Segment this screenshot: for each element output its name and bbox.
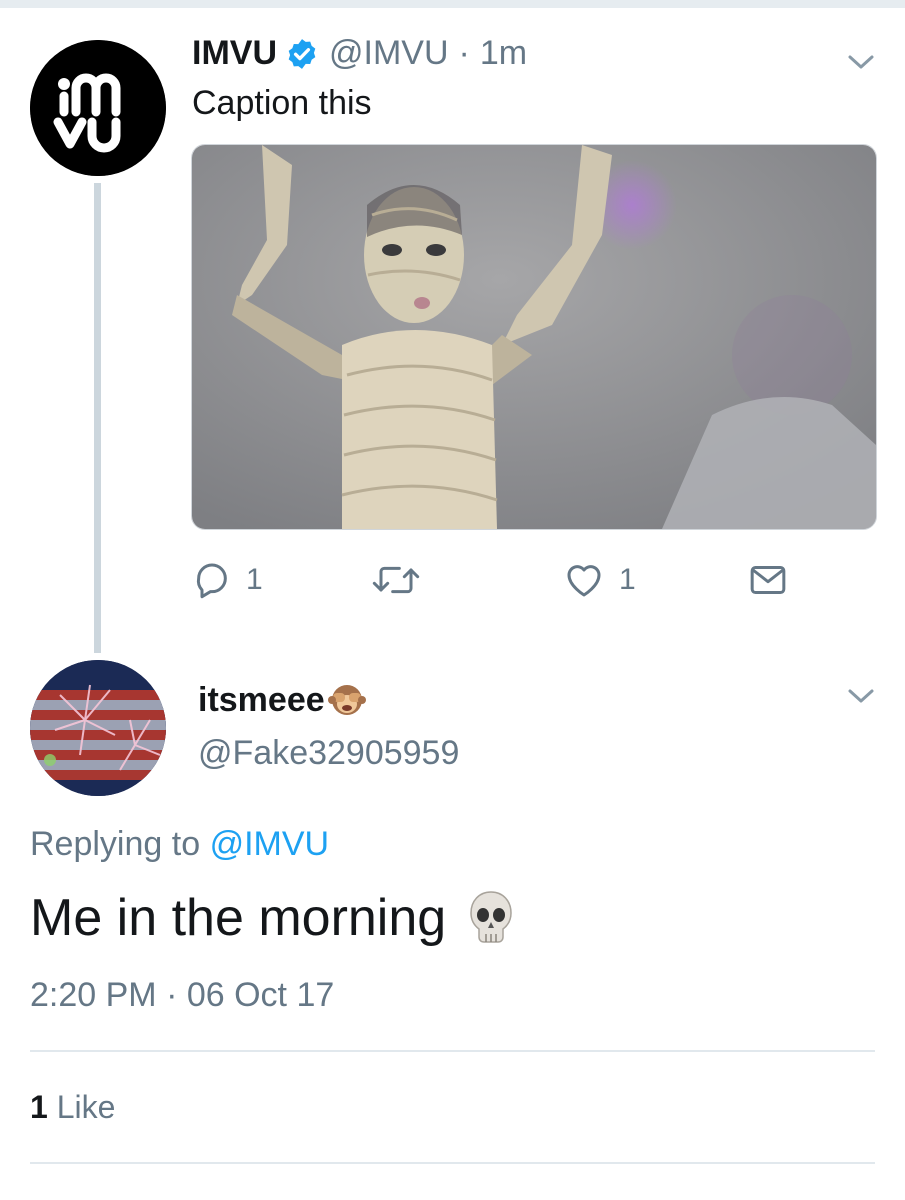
imvu-avatar[interactable] (30, 40, 166, 176)
thread-line (94, 183, 101, 653)
stats-divider-bottom (30, 1162, 875, 1164)
reply-handle-row: @Fake32905959 (198, 734, 459, 773)
reply-handle[interactable]: @Fake32905959 (198, 734, 459, 773)
reply-timestamp[interactable]: 2:20 PM · 06 Oct 17 (30, 976, 334, 1015)
reply-text: Me in the morning (30, 889, 447, 947)
mummy-avatar-image (192, 145, 876, 529)
tweet-image[interactable] (191, 144, 877, 530)
likes-stat[interactable]: 1 Like (30, 1089, 115, 1126)
reply-count: 1 (246, 563, 263, 596)
dm-button[interactable] (748, 560, 788, 600)
see-no-evil-monkey-icon (327, 680, 367, 720)
reply-icon (196, 563, 227, 599)
reply-avatar[interactable] (30, 660, 166, 796)
time-ago[interactable]: 1m (480, 34, 527, 73)
reply-chevron-down-icon[interactable] (846, 686, 876, 706)
likes-count: 1 (30, 1089, 48, 1125)
reply-author-row: itsmeee (198, 680, 367, 720)
retweet-button[interactable] (370, 560, 422, 600)
tweet-text: Caption this (192, 84, 372, 122)
heart-icon (567, 565, 601, 597)
reply-text-row: Me in the morning (30, 888, 514, 948)
verified-badge-icon (285, 37, 319, 71)
replying-to-mention[interactable]: @IMVU (210, 825, 330, 863)
tweet-header: IMVU @IMVU · 1m (192, 34, 527, 73)
likes-label: Like (56, 1089, 116, 1125)
reply-author-name[interactable]: itsmeee (198, 681, 325, 720)
like-count: 1 (619, 563, 636, 596)
flag-fireworks-image (30, 660, 166, 796)
author-handle[interactable]: @IMVU (329, 34, 449, 73)
author-name[interactable]: IMVU (192, 34, 277, 73)
imvu-logo (30, 40, 166, 176)
top-divider (0, 0, 905, 8)
envelope-icon (750, 566, 786, 594)
like-button[interactable]: 1 (563, 560, 636, 600)
retweet-icon (372, 566, 420, 594)
skull-icon (468, 890, 514, 946)
replying-prefix: Replying to (30, 825, 201, 863)
replying-to: Replying to @IMVU (30, 825, 329, 864)
chevron-down-icon[interactable] (846, 52, 876, 72)
reply-button[interactable]: 1 (192, 560, 263, 600)
separator-dot: · (458, 34, 470, 72)
stats-divider-top (30, 1050, 875, 1052)
